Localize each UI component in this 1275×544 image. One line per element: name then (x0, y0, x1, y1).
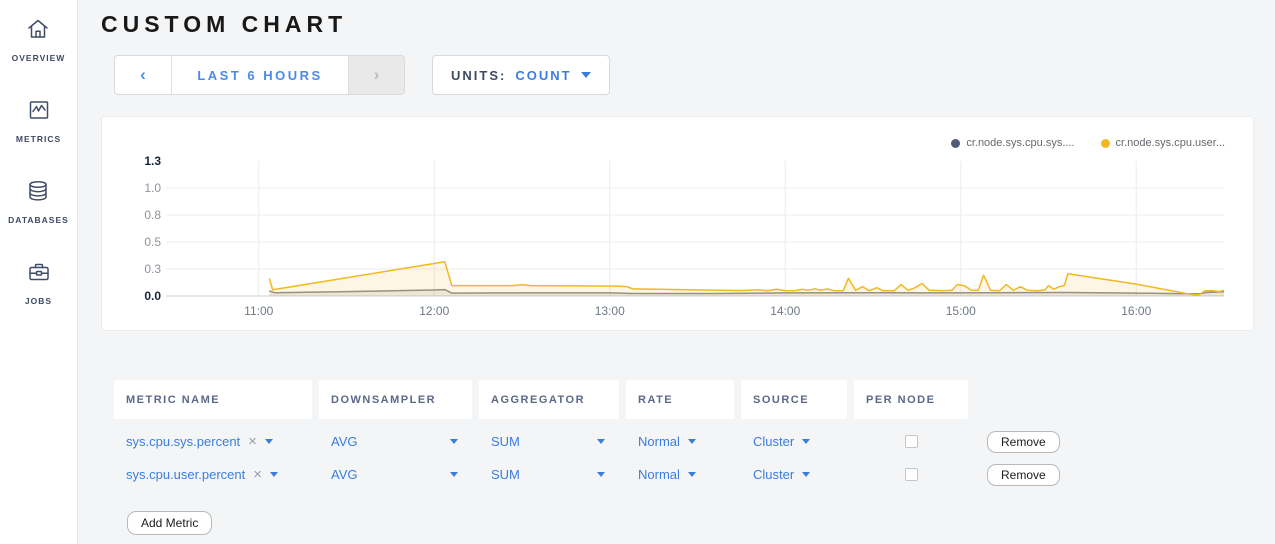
legend-item[interactable]: cr.node.sys.cpu.user... (1101, 137, 1225, 149)
column-header-rate: RATE (626, 380, 734, 419)
table-row: sys.cpu.user.percent × AVG SUM Normal (114, 458, 1275, 491)
svg-text:13:00: 13:00 (595, 304, 625, 318)
time-next-button[interactable]: › (348, 56, 404, 94)
caret-down-icon (597, 439, 605, 444)
per-node-checkbox[interactable] (905, 468, 918, 481)
clear-metric-icon[interactable]: × (248, 434, 257, 449)
column-header-aggregator: AGGREGATOR (479, 380, 619, 419)
remove-button[interactable]: Remove (987, 431, 1060, 453)
clear-metric-icon[interactable]: × (253, 467, 262, 482)
sidebar-item-label: OVERVIEW (12, 53, 66, 63)
sidebar-item-label: JOBS (25, 296, 52, 306)
main-content: CUSTOM CHART ‹ LAST 6 HOURS › UNITS: COU… (79, 11, 1275, 535)
chart-legend: cr.node.sys.cpu.sys.... cr.node.sys.cpu.… (951, 137, 1225, 149)
units-label: UNITS: (451, 68, 506, 83)
database-icon (25, 178, 51, 209)
legend-dot-icon (951, 139, 960, 148)
caret-down-icon (270, 472, 278, 477)
svg-text:0.8: 0.8 (144, 208, 161, 222)
time-range-selector: ‹ LAST 6 HOURS › (114, 55, 405, 95)
legend-dot-icon (1101, 139, 1110, 148)
column-header-per-node: PER NODE (854, 380, 968, 419)
rate-select[interactable]: Normal (638, 434, 696, 449)
caret-down-icon (688, 472, 696, 477)
caret-down-icon (597, 472, 605, 477)
svg-text:0.0: 0.0 (144, 289, 161, 303)
add-metric-button[interactable]: Add Metric (127, 511, 212, 535)
page-title: CUSTOM CHART (101, 11, 1275, 38)
metrics-icon (26, 97, 52, 128)
svg-text:0.5: 0.5 (144, 235, 161, 249)
downsampler-value: AVG (331, 467, 358, 482)
column-header-source: SOURCE (741, 380, 847, 419)
column-header-metric-name: METRIC NAME (114, 380, 312, 419)
chevron-right-icon: › (374, 65, 380, 85)
metric-name-value: sys.cpu.sys.percent (126, 434, 240, 449)
table-row: sys.cpu.sys.percent × AVG SUM Normal (114, 425, 1275, 458)
sidebar-item-databases[interactable]: DATABASES (8, 178, 69, 225)
caret-down-icon (802, 439, 810, 444)
svg-text:14:00: 14:00 (770, 304, 800, 318)
caret-down-icon (450, 439, 458, 444)
column-header-downsampler: DOWNSAMPLER (319, 380, 472, 419)
svg-text:1.3: 1.3 (144, 154, 161, 168)
svg-text:16:00: 16:00 (1121, 304, 1151, 318)
legend-item[interactable]: cr.node.sys.cpu.sys.... (951, 137, 1074, 149)
per-node-checkbox[interactable] (905, 435, 918, 448)
rate-value: Normal (638, 434, 680, 449)
sidebar-item-label: DATABASES (8, 215, 69, 225)
aggregator-select[interactable]: SUM (491, 467, 619, 482)
table-header: METRIC NAME DOWNSAMPLER AGGREGATOR RATE … (114, 380, 1275, 419)
time-prev-button[interactable]: ‹ (115, 56, 172, 94)
aggregator-select[interactable]: SUM (491, 434, 619, 449)
downsampler-select[interactable]: AVG (331, 434, 472, 449)
units-selector[interactable]: UNITS: COUNT (432, 55, 610, 95)
source-select[interactable]: Cluster (753, 467, 810, 482)
remove-button[interactable]: Remove (987, 464, 1060, 486)
metric-name-select[interactable]: sys.cpu.user.percent × (126, 467, 278, 482)
metrics-table: METRIC NAME DOWNSAMPLER AGGREGATOR RATE … (114, 380, 1275, 535)
aggregator-value: SUM (491, 467, 520, 482)
rate-value: Normal (638, 467, 680, 482)
downsampler-select[interactable]: AVG (331, 467, 472, 482)
units-value: COUNT (515, 68, 571, 83)
caret-down-icon (265, 439, 273, 444)
caret-down-icon (688, 439, 696, 444)
time-range-dropdown[interactable]: LAST 6 HOURS (172, 56, 348, 94)
legend-label: cr.node.sys.cpu.sys.... (966, 137, 1074, 149)
svg-text:1.0: 1.0 (144, 181, 161, 195)
svg-text:15:00: 15:00 (946, 304, 976, 318)
chevron-left-icon: ‹ (140, 65, 146, 85)
svg-text:12:00: 12:00 (419, 304, 449, 318)
home-icon (25, 16, 51, 47)
sidebar-item-overview[interactable]: OVERVIEW (12, 16, 66, 63)
jobs-icon (26, 259, 52, 290)
downsampler-value: AVG (331, 434, 358, 449)
caret-down-icon (802, 472, 810, 477)
controls-row: ‹ LAST 6 HOURS › UNITS: COUNT (114, 55, 1275, 95)
caret-down-icon (581, 72, 591, 78)
caret-down-icon (450, 472, 458, 477)
metric-name-value: sys.cpu.user.percent (126, 467, 245, 482)
sidebar-item-metrics[interactable]: METRICS (16, 97, 61, 144)
chart-panel: 11:00 12:00 13:00 14:00 15:00 16:00 0.0 0.3 0.5 0… (101, 116, 1254, 331)
source-value: Cluster (753, 434, 794, 449)
svg-text:0.3: 0.3 (144, 262, 161, 276)
sidebar-item-jobs[interactable]: JOBS (25, 259, 52, 306)
metric-name-select[interactable]: sys.cpu.sys.percent × (126, 434, 273, 449)
legend-label: cr.node.sys.cpu.user... (1116, 137, 1225, 149)
sidebar-item-label: METRICS (16, 134, 61, 144)
rate-select[interactable]: Normal (638, 467, 696, 482)
source-select[interactable]: Cluster (753, 434, 810, 449)
sidebar: OVERVIEW METRICS DATABASES (0, 0, 78, 544)
source-value: Cluster (753, 467, 794, 482)
svg-text:11:00: 11:00 (244, 304, 273, 318)
aggregator-value: SUM (491, 434, 520, 449)
